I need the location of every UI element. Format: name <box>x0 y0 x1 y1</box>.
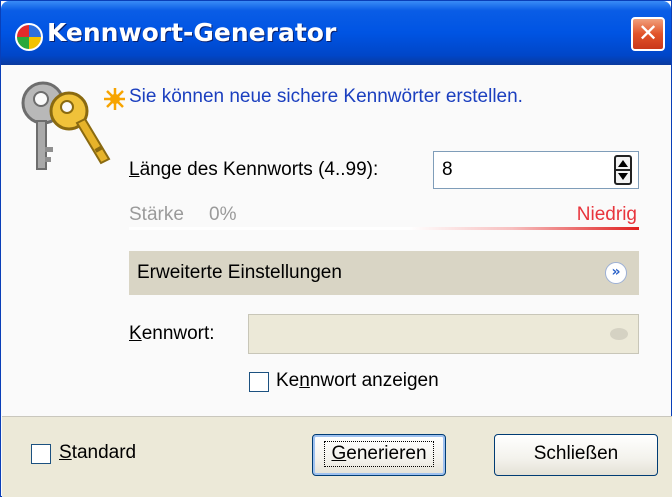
strength-label: Stärke <box>129 204 184 225</box>
generate-button-label: enerieren <box>346 443 427 464</box>
window-title: Kennwort-Generator <box>47 18 337 47</box>
password-label: Kennwort: <box>129 323 215 345</box>
password-label-access-key: K <box>129 323 142 344</box>
password-label-text: ennwort: <box>141 323 215 344</box>
intro-text: Sie können neue sichere Kennwörter erste… <box>129 86 523 107</box>
close-button[interactable]: Schließen <box>494 434 658 476</box>
spinner-down-icon[interactable] <box>618 173 628 180</box>
spinner-divider <box>616 169 630 171</box>
app-logo-icon <box>15 23 43 51</box>
dialog-window: Kennwort-Generator ✕ Sie können neue sic… <box>0 0 672 497</box>
length-value: 8 <box>442 159 453 180</box>
length-label-access-key: L <box>129 159 140 180</box>
length-label-text: änge des Kennworts (4..99): <box>139 159 379 180</box>
close-window-button[interactable]: ✕ <box>631 17 665 51</box>
title-bar[interactable]: Kennwort-Generator ✕ <box>1 1 671 65</box>
standard-label[interactable]: Standard <box>59 442 136 464</box>
strength-rating: Niedrig <box>576 204 637 225</box>
expand-chevron-icon[interactable]: » <box>605 262 627 284</box>
length-label: Länge des Kennworts (4..99): <box>129 159 378 181</box>
show-password-label-start: Ke <box>276 370 300 391</box>
standard-access-key: S <box>59 442 72 463</box>
advanced-settings-label: Erweiterte Einstellungen <box>137 262 342 283</box>
standard-label-text: tandard <box>71 442 137 463</box>
keys-icon <box>21 81 125 170</box>
show-password-access-key: n <box>299 370 310 391</box>
spinner-up-icon[interactable] <box>618 160 628 167</box>
show-password-label[interactable]: Kennwort anzeigen <box>276 370 439 392</box>
standard-checkbox[interactable] <box>31 444 51 464</box>
strength-bar <box>129 227 639 230</box>
generate-button-focus: Generieren <box>324 441 434 467</box>
eye-icon[interactable] <box>610 328 628 340</box>
show-password-label-end: nwort anzeigen <box>309 370 439 391</box>
generate-access-key: G <box>331 443 347 464</box>
show-password-checkbox[interactable] <box>249 372 269 392</box>
length-input[interactable]: 8 <box>433 151 639 189</box>
password-field[interactable] <box>248 314 639 354</box>
length-spinner[interactable] <box>614 155 632 185</box>
advanced-settings-panel[interactable]: Erweiterte Einstellungen » <box>129 251 639 295</box>
strength-percent: 0% <box>209 204 237 225</box>
generate-button[interactable]: Generieren <box>312 434 446 476</box>
